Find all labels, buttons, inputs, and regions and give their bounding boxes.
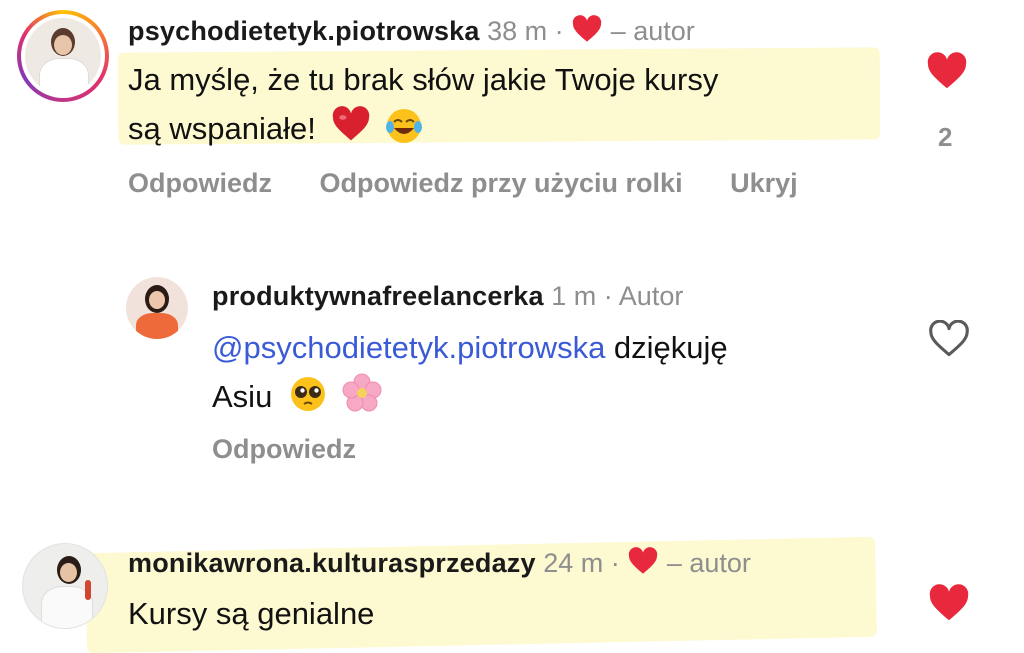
comment-meta: produktywnafreelancerka 1 m · Autor (212, 281, 683, 312)
author-liked-heart-icon (627, 547, 659, 582)
separator: · (603, 281, 613, 311)
story-ring[interactable] (17, 10, 109, 102)
cherry-blossom-emoji-icon (342, 373, 382, 413)
username[interactable]: monikawrona.kulturasprzedazy (128, 548, 536, 578)
author-label: – autor (610, 16, 695, 46)
author-label: – autor (666, 548, 751, 578)
separator: · (610, 548, 620, 578)
reply-with-reel-button[interactable]: Odpowiedz przy użyciu rolki (320, 168, 683, 198)
like-heart-icon[interactable] (926, 52, 968, 95)
comment-text: Kursy są genialne (128, 596, 375, 631)
comment-actions: Odpowiedz Odpowiedz przy użyciu rolki Uk… (128, 168, 838, 199)
pleading-face-emoji-icon (289, 375, 327, 413)
separator: · (554, 16, 564, 46)
like-count: 2 (938, 122, 953, 152)
avatar[interactable] (126, 277, 188, 339)
timestamp: 1 m (551, 281, 597, 311)
reply-button[interactable]: Odpowiedz (212, 434, 356, 464)
username[interactable]: psychodietetyk.piotrowska (128, 16, 480, 46)
username[interactable]: produktywnafreelancerka (212, 281, 544, 311)
comment-text: są wspaniałe! (128, 106, 423, 150)
comment-text: @psychodietetyk.piotrowska dziękuję (212, 330, 728, 365)
avatar[interactable] (22, 543, 108, 629)
timestamp: 24 m (543, 548, 604, 578)
comment-text: Ja myślę, że tu brak słów jakie Twoje ku… (128, 62, 719, 97)
tears-of-joy-emoji-icon (385, 107, 423, 145)
hide-button[interactable]: Ukryj (730, 168, 798, 198)
comment-text: Asiu (212, 373, 382, 415)
mention-link[interactable]: @psychodietetyk.piotrowska (212, 330, 605, 365)
comment-meta: psychodietetyk.piotrowska 38 m · – autor (128, 15, 695, 50)
like-heart-icon[interactable] (928, 584, 970, 627)
comment-meta: monikawrona.kulturasprzedazy 24 m · – au… (128, 547, 751, 582)
author-liked-heart-icon (571, 15, 603, 50)
author-label: Autor (618, 281, 684, 311)
red-heart-emoji-icon (330, 106, 372, 150)
avatar[interactable] (25, 18, 101, 94)
comment-actions: Odpowiedz (212, 434, 396, 465)
reply-button[interactable]: Odpowiedz (128, 168, 272, 198)
timestamp: 38 m (487, 16, 548, 46)
like-outline-heart-icon[interactable] (928, 319, 970, 363)
